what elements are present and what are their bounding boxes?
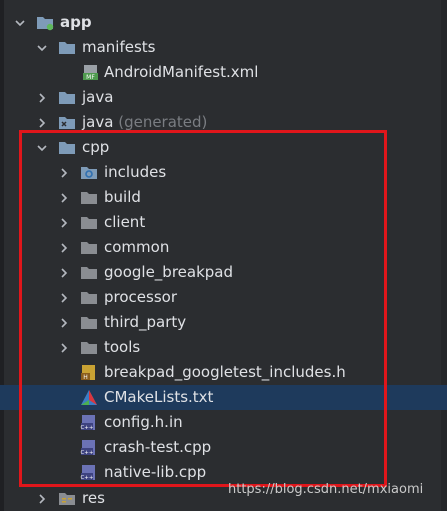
chevron-right-icon[interactable] xyxy=(56,160,72,185)
chevron-right-icon[interactable] xyxy=(56,335,72,360)
tree-row-cmakelists[interactable]: CMakeLists.txt xyxy=(0,385,447,410)
tree-row-java-generated[interactable]: java (generated) xyxy=(0,110,447,135)
folder-icon xyxy=(58,39,76,56)
folder-icon xyxy=(58,89,76,106)
folder-icon xyxy=(80,314,98,331)
svg-text:H: H xyxy=(83,374,88,381)
chevron-right-icon[interactable] xyxy=(56,260,72,285)
header-file-icon: H xyxy=(80,364,98,381)
tree-label-crash-test: crash-test.cpp xyxy=(104,438,212,456)
include-folder-icon xyxy=(80,164,98,181)
chevron-right-icon[interactable] xyxy=(56,235,72,260)
svg-text:C++: C++ xyxy=(80,475,93,481)
tree-row-client[interactable]: client xyxy=(0,210,447,235)
tree-row-cpp[interactable]: cpp xyxy=(0,135,447,160)
svg-text:C++: C++ xyxy=(80,450,93,456)
folder-icon xyxy=(80,289,98,306)
generated-hint: (generated) xyxy=(118,113,208,131)
resource-folder-icon xyxy=(58,490,76,507)
folder-icon xyxy=(80,239,98,256)
tree-label-java: java xyxy=(82,88,114,106)
tree-label-manifests: manifests xyxy=(82,38,156,56)
chevron-right-icon[interactable] xyxy=(34,110,50,135)
chevron-right-icon[interactable] xyxy=(56,210,72,235)
manifest-file-icon: MF xyxy=(82,64,100,81)
chevron-down-icon[interactable] xyxy=(34,35,50,60)
folder-icon xyxy=(80,264,98,281)
tree-label-client: client xyxy=(104,213,146,231)
tree-label-processor: processor xyxy=(104,288,177,306)
cpp-file-icon: C++ xyxy=(80,414,98,431)
tree-row-config[interactable]: C++ config.h.in xyxy=(0,410,447,435)
tree-label-tools: tools xyxy=(104,338,141,356)
tree-label-cpp: cpp xyxy=(82,138,110,156)
folder-icon xyxy=(80,214,98,231)
chevron-right-icon[interactable] xyxy=(34,85,50,110)
tree-row-includes[interactable]: includes xyxy=(0,160,447,185)
tree-label-breakpad-header: breakpad_googletest_includes.h xyxy=(104,363,346,381)
chevron-down-icon[interactable] xyxy=(12,10,28,35)
tree-label-cmakelists: CMakeLists.txt xyxy=(104,388,214,406)
cpp-file-icon: C++ xyxy=(80,439,98,456)
tree-label-app: app xyxy=(60,13,92,31)
tree-label-google-breakpad: google_breakpad xyxy=(104,263,233,281)
tree-row-java[interactable]: java xyxy=(0,85,447,110)
tree-label-build: build xyxy=(104,188,141,206)
tree-row-tools[interactable]: tools xyxy=(0,335,447,360)
tree-row-build[interactable]: build xyxy=(0,185,447,210)
tree-row-android-manifest[interactable]: MF AndroidManifest.xml xyxy=(0,60,447,85)
tree-row-app[interactable]: app xyxy=(0,10,447,35)
tree-row-common[interactable]: common xyxy=(0,235,447,260)
tree-label-native-lib: native-lib.cpp xyxy=(104,463,207,481)
tree-row-manifests[interactable]: manifests xyxy=(0,35,447,60)
folder-icon xyxy=(80,339,98,356)
cpp-file-icon: C++ xyxy=(80,464,98,481)
cmake-icon xyxy=(80,389,98,406)
chevron-right-icon[interactable] xyxy=(34,486,50,511)
chevron-down-icon[interactable] xyxy=(34,135,50,160)
tree-row-processor[interactable]: processor xyxy=(0,285,447,310)
tree-label-config: config.h.in xyxy=(104,413,183,431)
tree-row-breakpad-header[interactable]: H breakpad_googletest_includes.h xyxy=(0,360,447,385)
svg-text:MF: MF xyxy=(86,74,95,81)
tree-row-google-breakpad[interactable]: google_breakpad xyxy=(0,260,447,285)
tree-label-res: res xyxy=(82,489,105,507)
folder-icon xyxy=(58,139,76,156)
folder-icon xyxy=(80,189,98,206)
tree-label-java-generated: java (generated) xyxy=(82,113,208,131)
tree-row-crash-test[interactable]: C++ crash-test.cpp xyxy=(0,435,447,460)
tree-label-third-party: third_party xyxy=(104,313,187,331)
tree-label-common: common xyxy=(104,238,170,256)
chevron-right-icon[interactable] xyxy=(56,285,72,310)
chevron-right-icon[interactable] xyxy=(56,185,72,210)
tree-label-includes: includes xyxy=(104,163,167,181)
tree-label-android-manifest: AndroidManifest.xml xyxy=(104,63,259,81)
generated-folder-icon xyxy=(58,114,76,131)
watermark: https://blog.csdn.net/mxiaomi xyxy=(228,482,424,497)
chevron-right-icon[interactable] xyxy=(56,310,72,335)
tree-row-third-party[interactable]: third_party xyxy=(0,310,447,335)
svg-text:C++: C++ xyxy=(80,425,93,431)
module-folder-icon xyxy=(36,14,54,31)
